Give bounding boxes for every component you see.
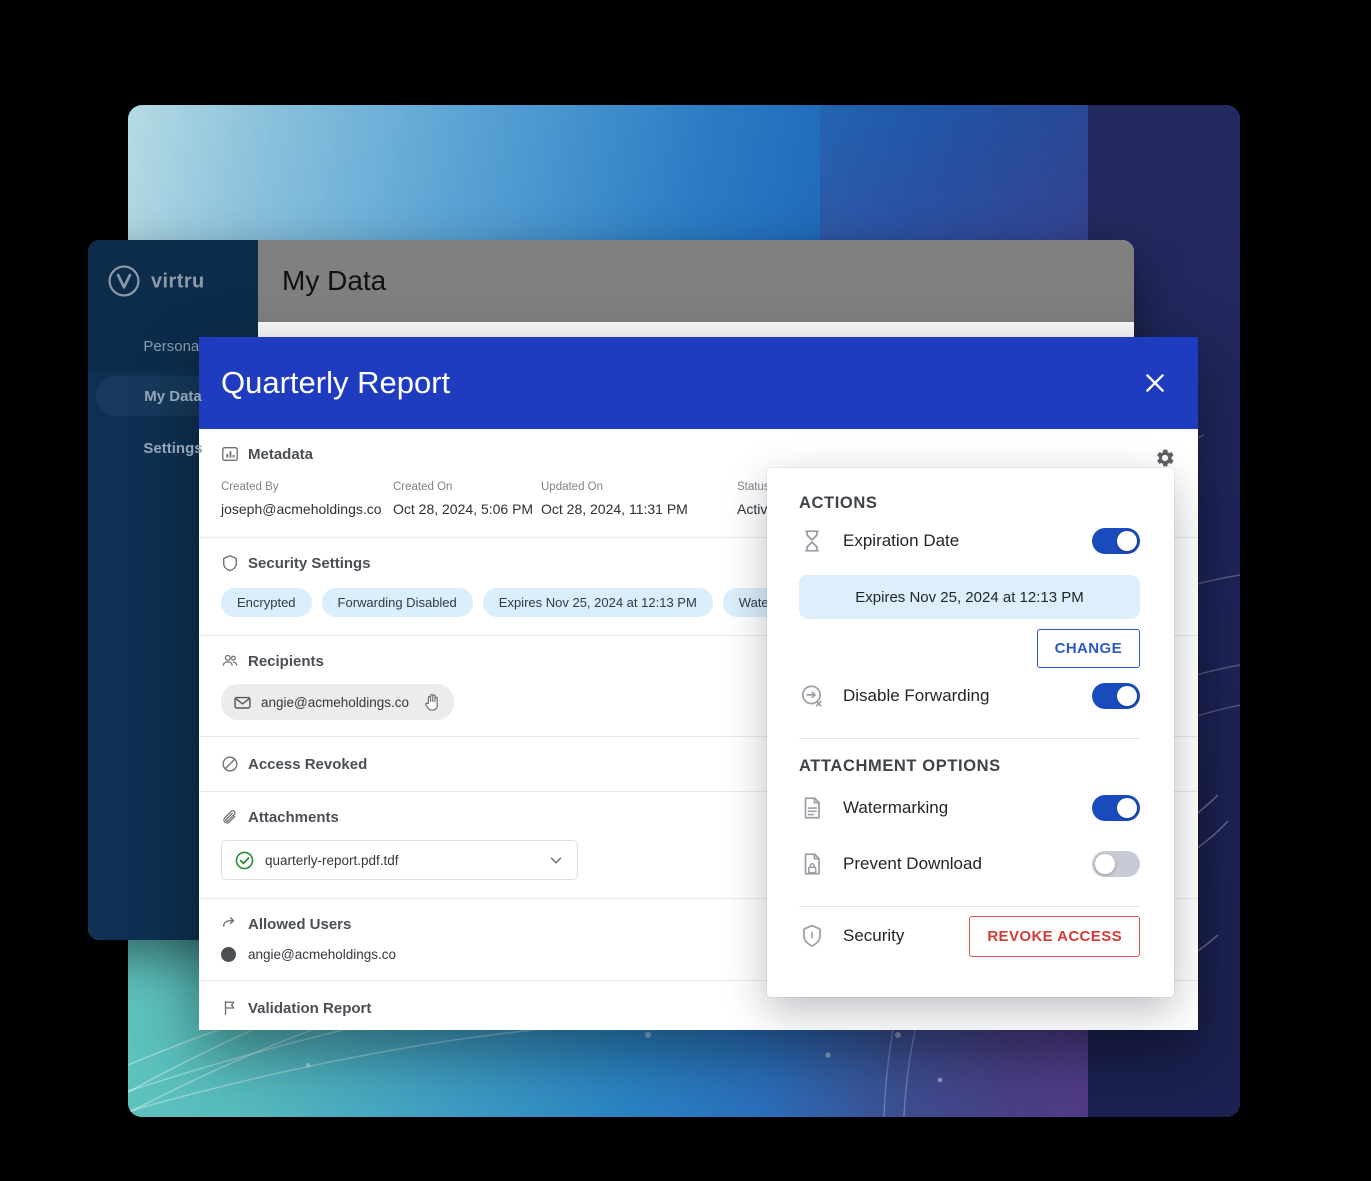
section-title: Access Revoked: [248, 755, 368, 773]
shield-lock-icon: [803, 924, 821, 947]
recipient-email: angie@acmeholdings.co: [261, 694, 410, 710]
virtru-wordmark: virtru: [151, 270, 205, 292]
action-row-prevent-download: Prevent Download: [799, 836, 1140, 892]
action-label: Disable Forwarding: [843, 686, 990, 705]
shield-icon: [223, 555, 237, 572]
topbar: My Data: [258, 240, 1134, 322]
document-lock-icon: [804, 853, 820, 875]
modal-title: Quarterly Report: [221, 365, 451, 400]
sidebar-item-label: My Data: [144, 387, 202, 405]
expiration-value-display: Expires Nov 25, 2024 at 12:13 PM: [799, 575, 1140, 619]
arrow-forward-icon: [223, 917, 235, 927]
action-label: Watermarking: [843, 798, 949, 817]
actions-panel-heading: ACTIONS: [799, 494, 878, 512]
security-chip: Encrypted: [221, 588, 312, 617]
toggle-knob: [1117, 798, 1137, 818]
gear-icon[interactable]: [1154, 447, 1176, 469]
action-label: Prevent Download: [843, 854, 982, 873]
change-button-row: CHANGE: [799, 629, 1140, 668]
field-label: Updated On: [541, 481, 604, 493]
toggle-knob: [1117, 531, 1137, 551]
brand-logo: virtru: [88, 240, 258, 322]
allowed-user-email: angie@acmeholdings.co: [248, 947, 397, 962]
section-title: Attachments: [248, 808, 339, 826]
metadata-field: Created By joseph@acmeholdings.co: [221, 481, 393, 517]
revoke-access-button[interactable]: REVOKE ACCESS: [969, 915, 1140, 957]
section-header: Validation Report: [221, 999, 1176, 1017]
watermarking-toggle[interactable]: [1092, 795, 1140, 821]
section-title: Security Settings: [248, 554, 371, 572]
field-value: Oct 28, 2024, 5:06 PM: [393, 501, 534, 517]
toggle-knob: [1095, 854, 1115, 874]
recipient-chip[interactable]: angie@acmeholdings.co: [221, 684, 455, 720]
metadata-field: Created On Oct 28, 2024, 5:06 PM: [393, 481, 541, 517]
action-row-watermarking: Watermarking: [799, 780, 1140, 836]
envelope-icon: [234, 696, 251, 709]
forward-disabled-icon: [801, 685, 822, 707]
flag-icon: [224, 1001, 235, 1015]
section-title: Metadata: [248, 445, 314, 463]
people-icon: [222, 654, 238, 666]
section-title: Recipients: [248, 652, 324, 670]
section-title: Allowed Users: [248, 915, 352, 933]
security-chip: Forwarding Disabled: [321, 588, 473, 617]
action-row-expiration-date: Expiration Date: [799, 513, 1140, 569]
security-chip: Expires Nov 25, 2024 at 12:13 PM: [482, 588, 713, 617]
attachment-filename: quarterly-report.pdf.tdf: [265, 852, 399, 868]
action-row-disable-forwarding: Disable Forwarding: [799, 668, 1140, 724]
svg-text:virtru: virtru: [151, 270, 205, 292]
sidebar-item-label: Settings: [143, 439, 203, 457]
attachment-options-heading: ATTACHMENT OPTIONS: [799, 757, 1001, 775]
check-circle-icon: [235, 851, 254, 869]
action-row-security: Security REVOKE ACCESS: [799, 907, 1140, 965]
prohibited-icon: [222, 756, 238, 772]
page-title: My Data: [282, 265, 387, 296]
section-title: Validation Report: [248, 999, 372, 1017]
close-icon[interactable]: [1138, 366, 1172, 400]
field-value: joseph@acmeholdings.co: [221, 501, 382, 517]
attachment-item[interactable]: quarterly-report.pdf.tdf: [221, 840, 578, 880]
prevent-download-toggle[interactable]: [1092, 851, 1140, 877]
field-label: Created On: [393, 481, 453, 493]
chevron-down-icon[interactable]: [547, 851, 565, 869]
hourglass-icon: [805, 530, 819, 552]
panel-divider: [799, 738, 1140, 739]
action-label: Security: [843, 926, 905, 945]
chart-box-icon: [222, 447, 238, 461]
field-value: Oct 28, 2024, 11:31 PM: [541, 501, 688, 517]
metadata-field: Updated On Oct 28, 2024, 11:31 PM: [541, 481, 737, 517]
paperclip-icon: [223, 810, 236, 824]
disable-forwarding-toggle[interactable]: [1092, 683, 1140, 709]
screenshot-root: virtru Personal My Data Settings My Data…: [0, 0, 1371, 1181]
section-header: Metadata: [221, 445, 1176, 463]
action-label: Expiration Date: [843, 531, 960, 550]
virtru-circle-icon: [108, 265, 140, 297]
field-label: Created By: [221, 481, 279, 493]
modal-header: Quarterly Report: [199, 337, 1198, 429]
expiration-date-toggle[interactable]: [1092, 528, 1140, 554]
hand-cursor-icon: [425, 693, 438, 711]
avatar: [221, 947, 236, 962]
toggle-knob: [1117, 686, 1137, 706]
change-expiration-button[interactable]: CHANGE: [1036, 629, 1140, 668]
actions-panel: ACTIONS Expiration Date Expires Nov 25, …: [767, 468, 1174, 997]
document-lines-icon: [804, 797, 820, 819]
